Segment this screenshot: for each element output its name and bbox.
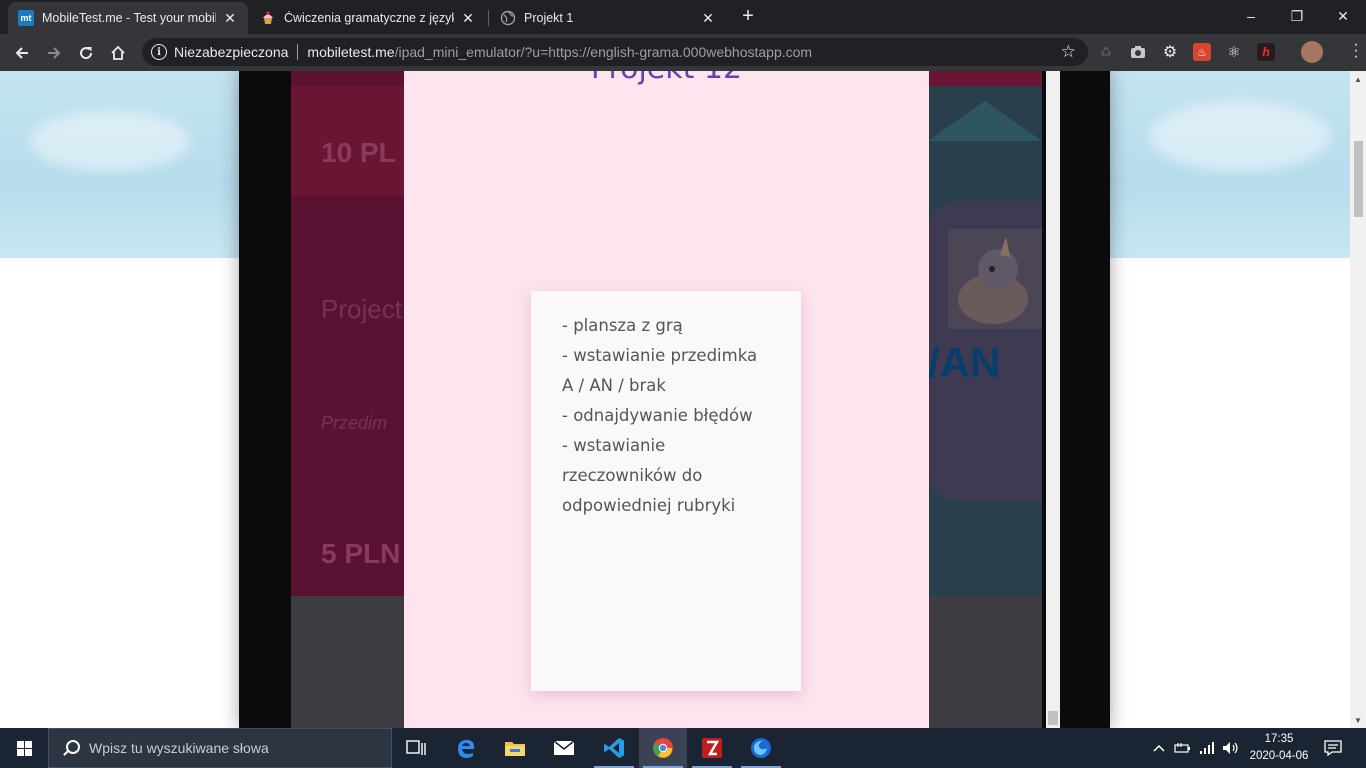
unicorn-image [948,229,1042,329]
reload-button[interactable] [72,39,100,67]
mail-taskbar-button[interactable] [540,728,588,768]
back-button[interactable] [8,39,36,67]
background-triangle [928,101,1042,141]
clock-time: 17:35 [1264,733,1294,745]
volume-tray-icon[interactable] [1220,728,1242,768]
vscode-icon [604,738,624,758]
background-top-strip [928,71,1042,86]
h-extension-icon[interactable]: h [1257,43,1275,61]
tab-projekt-1[interactable]: Projekt 1 ✕ [490,2,726,34]
system-clock[interactable]: 17:35 2020-04-06 [1243,731,1315,765]
cupcake-favicon-icon [260,10,276,26]
file-explorer-taskbar-button[interactable] [491,728,539,768]
action-center-button[interactable] [1318,728,1348,768]
background-przedim-text: Przedim [321,413,388,433]
project-description-card: - plansza z grą - wstawianie przedimka A… [531,291,801,691]
filezilla-icon [702,738,722,758]
mail-icon [553,740,575,755]
close-tab-icon[interactable]: ✕ [222,10,238,27]
close-window-button[interactable]: ✕ [1320,0,1366,32]
description-item: - odnajdywanie błędów [562,406,753,425]
windows-taskbar: Wpisz tu wyszukiwane słowa 17:35 2020-04… [0,728,1366,768]
url-path: /ipad_mini_emulator/?u=https://english-g… [394,44,813,60]
home-icon [111,45,125,60]
task-view-button[interactable] [392,728,440,768]
scroll-down-icon[interactable]: ▼ [1350,712,1366,728]
start-button[interactable] [0,728,48,768]
firefox-dev-taskbar-button[interactable] [737,728,785,768]
notification-icon [1324,740,1342,756]
edge-icon [458,740,475,758]
background-price-bottom: 5 PLN [321,538,401,569]
vscode-taskbar-button[interactable] [590,728,638,768]
power-tray-icon[interactable] [1172,728,1194,768]
page-scrollbar[interactable]: ▲ ▼ [1350,71,1366,728]
omnibox-divider [297,44,299,60]
reload-icon [80,47,93,60]
fire-extension-icon[interactable]: ♨ [1193,43,1211,61]
chrome-taskbar-button[interactable] [639,728,687,768]
arrow-left-icon [15,47,28,59]
gear-extension-icon[interactable]: ⚙ [1161,43,1179,61]
background-price-top: 10 PL [321,137,396,168]
recycle-extension-icon[interactable]: ♺ [1097,43,1115,61]
tab-cwiczenia[interactable]: Ćwiczenia gramatyczne z języka a ✕ [250,2,486,34]
new-tab-button[interactable]: + [738,6,758,28]
mobiletest-favicon-icon: mt [18,10,34,26]
tab-separator [488,10,489,26]
filezilla-taskbar-button[interactable] [688,728,736,768]
taskbar-search[interactable]: Wpisz tu wyszukiwane słowa [48,728,392,768]
chrome-menu-icon[interactable]: · · · [1352,37,1360,65]
firefox-icon [751,738,771,758]
tab-mobiletest[interactable]: mt MobileTest.me - Test your mobile ✕ [8,2,248,34]
forward-button[interactable] [40,39,68,67]
search-placeholder: Wpisz tu wyszukiwane słowa [89,740,269,756]
url-host: mobiletest.me [307,44,395,60]
tab-title: Ćwiczenia gramatyczne z języka a [284,11,454,25]
arrow-right-icon [48,47,61,59]
task-view-icon [406,740,426,755]
info-icon[interactable]: i [151,44,167,60]
chrome-icon [653,738,673,758]
background-card-right: /AN [928,71,1042,596]
scroll-up-icon[interactable]: ▲ [1350,71,1366,87]
description-item: - plansza z grą [562,316,683,335]
clock-date: 2020-04-06 [1249,750,1309,762]
emulator-scroll-thumb[interactable] [1048,711,1058,725]
browser-toolbar: i Niezabezpieczona mobiletest.me/ipad_mi… [0,34,1366,71]
page-content: 10 PL Project Przedim 5 PLN /AN Projekt … [0,71,1350,728]
close-tab-icon[interactable]: ✕ [700,10,716,27]
minimize-button[interactable]: – [1228,0,1274,32]
maximize-button[interactable]: ❐ [1274,0,1320,32]
security-label[interactable]: Niezabezpieczona [174,44,288,60]
profile-avatar[interactable] [1301,41,1323,63]
search-icon [63,740,80,756]
close-tab-icon[interactable]: ✕ [460,10,476,27]
windows-logo-icon [16,740,32,756]
home-button[interactable] [104,39,132,67]
tab-strip: mt MobileTest.me - Test your mobile ✕ Ćw… [0,0,1366,34]
bookmark-star-icon[interactable]: ☆ [1061,42,1076,62]
camera-extension-icon[interactable] [1129,43,1147,61]
modal-title: Projekt 12 [404,71,929,86]
network-tray-icon[interactable] [1196,728,1218,768]
background-project-text: Project [321,294,402,324]
folder-icon [505,742,525,756]
show-hidden-icons-button[interactable] [1150,728,1168,768]
emulator-scrollbar[interactable] [1046,71,1060,728]
description-item: - wstawianie rzeczowników do odpowiednie… [562,436,736,515]
chevron-up-icon [1153,744,1165,752]
scroll-thumb[interactable] [1354,141,1363,217]
globe-favicon-icon [500,10,516,26]
description-item: - wstawianie przedimka A / AN / brak [562,346,758,395]
tab-title: MobileTest.me - Test your mobile [42,11,216,25]
react-extension-icon[interactable]: ⚛ [1225,43,1243,61]
project-modal: Projekt 12 - plansza z grą - wstawianie … [404,71,929,728]
tab-title: Projekt 1 [524,11,574,25]
background-an-text: /AN [928,339,1001,386]
edge-taskbar-button[interactable] [442,728,490,768]
background-card-left: 10 PL Project Przedim 5 PLN [291,71,405,596]
address-bar[interactable]: i Niezabezpieczona mobiletest.me/ipad_mi… [142,38,1088,66]
